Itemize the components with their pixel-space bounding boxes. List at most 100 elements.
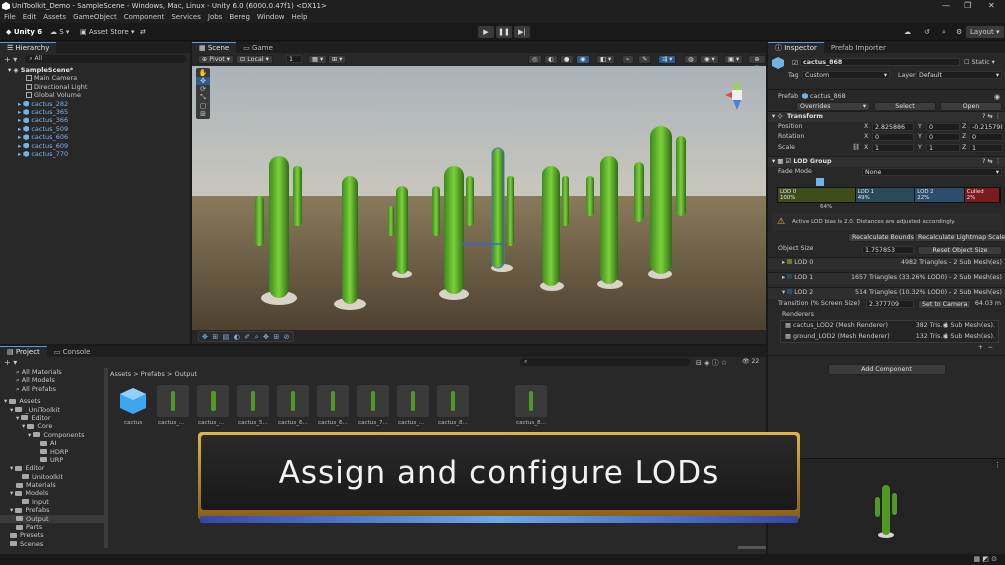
minimize-button[interactable]: — — [942, 0, 950, 12]
object-size-field[interactable]: 1.757853 — [862, 246, 914, 254]
asset-thumbnail[interactable] — [277, 385, 309, 417]
rotation-x-field[interactable]: 0 — [872, 133, 914, 141]
hierarchy-item[interactable]: ▸ cactus_509 — [12, 125, 190, 133]
menu-help[interactable]: Help — [292, 12, 308, 23]
folder-item[interactable]: Presets — [0, 531, 104, 539]
prefab-picker-icon[interactable]: ◉ — [994, 93, 1000, 101]
folder-item[interactable]: ▾ Models — [0, 489, 104, 497]
asset-thumbnail[interactable] — [157, 385, 189, 417]
tab-inspector[interactable]: ⓘ Inspector — [768, 42, 824, 53]
cloud-icon[interactable]: ☁ — [904, 26, 911, 38]
step-button[interactable]: ▶| — [514, 26, 530, 38]
folder-item[interactable]: AI — [0, 439, 104, 447]
constrain-scale-icon[interactable]: ⛓ — [852, 143, 860, 154]
shaded-icon[interactable]: ◐ — [544, 55, 558, 64]
create-button[interactable]: + ▾ — [4, 358, 17, 367]
asset-thumbnail[interactable] — [397, 385, 429, 417]
project-toolbar-icons[interactable]: ⊟ ◈ ⓘ ☆ — [696, 358, 727, 368]
lit-icon[interactable]: ◉ — [576, 55, 590, 64]
wireframe-icon[interactable]: ◎ — [528, 55, 542, 64]
lod-group-header[interactable]: ▾ ▦ ☑ LOD Group? ⇆ ⋮ — [768, 156, 1005, 167]
position-y-field[interactable]: 0 — [926, 122, 960, 131]
hierarchy-item[interactable]: ▸ cactus_609 — [12, 142, 190, 150]
asset-thumbnail[interactable] — [237, 385, 269, 417]
favorite-item[interactable]: ⌕ All Prefabs — [0, 385, 104, 393]
layer-dropdown[interactable]: Default ▾ — [916, 71, 1002, 79]
scale-tool-icon[interactable]: ⤡ — [196, 93, 210, 102]
folder-item[interactable]: Input — [0, 498, 104, 506]
menu-window[interactable]: Window — [257, 12, 285, 23]
folder-item-selected[interactable]: Output — [0, 514, 104, 524]
asset-thumbnail[interactable] — [357, 385, 389, 417]
asset-thumbnail[interactable] — [515, 385, 547, 417]
folder-item[interactable]: ▾ Prefabs — [0, 506, 104, 514]
select-icon[interactable]: ⊞ — [273, 333, 279, 341]
asset-thumbnail[interactable] — [437, 385, 469, 417]
asset-thumbnail[interactable] — [317, 385, 349, 417]
lod-band[interactable]: Culled 2% — [964, 188, 1000, 202]
scene-root[interactable]: ▾ ◈ SampleScene* — [8, 66, 190, 74]
hierarchy-item[interactable]: ▸ cactus_282 — [12, 100, 190, 108]
pivot-dropdown[interactable]: ⊕ Pivot ▾ — [198, 55, 234, 64]
rotate-tool-icon[interactable]: ⟳ — [196, 85, 210, 93]
hierarchy-item[interactable]: Main Camera — [12, 74, 190, 82]
rect-tool-icon[interactable]: ▢ — [196, 102, 210, 110]
lod-band[interactable]: LOD 2 22% — [915, 188, 965, 202]
scale-y-field[interactable]: 1 — [926, 143, 960, 152]
active-checkbox[interactable]: ☑ — [792, 59, 798, 67]
account-button[interactable]: ◆ Unity 6 — [6, 26, 42, 38]
play-button[interactable]: ▶ — [478, 26, 494, 38]
lod-band[interactable]: LOD 0 100% — [778, 188, 856, 202]
hierarchy-item[interactable]: ▸ cactus_365 — [12, 108, 190, 116]
rotation-y-field[interactable]: 0 — [926, 133, 960, 141]
transform-header[interactable]: ▾ ⊹ Transform? ⇆ ⋮ — [768, 111, 1005, 122]
tag-dropdown[interactable]: Custom ▾ — [802, 71, 890, 79]
set-to-camera-button[interactable]: Set to Camera — [918, 300, 972, 309]
effects-icon[interactable]: ◍ — [684, 55, 698, 64]
scale-z-field[interactable]: 1 — [969, 143, 1003, 152]
grid-snap-field[interactable]: 1 — [286, 55, 302, 63]
sphere-icon[interactable]: ● — [560, 55, 574, 64]
snap-toggle[interactable]: ⊞ ▾ — [328, 55, 347, 64]
folder-item[interactable]: ▾ _UniToolkit — [0, 406, 104, 414]
halo-icon[interactable]: ◐ — [234, 333, 240, 341]
menu-component[interactable]: Component — [124, 12, 165, 23]
snap-icon[interactable]: ✥ — [202, 333, 208, 341]
hierarchy-item[interactable]: Directional Light — [12, 83, 190, 91]
cloud-s-button[interactable]: ☁ S ▾ — [50, 26, 69, 38]
folder-item[interactable]: Parts — [0, 523, 104, 531]
menu-assets[interactable]: Assets — [43, 12, 66, 23]
thumbnail-size-slider[interactable] — [738, 546, 766, 549]
close-button[interactable]: ✕ — [988, 0, 995, 12]
recalculate-bounds-button[interactable]: Recalculate Bounds — [848, 233, 918, 242]
tab-hierarchy[interactable]: ☰ Hierarchy — [0, 42, 57, 53]
favorite-item[interactable]: ⌕ All Materials — [0, 368, 104, 376]
hierarchy-item[interactable]: ▸ cactus_606 — [12, 133, 190, 141]
hierarchy-search-input[interactable]: ⌕ All — [25, 55, 186, 63]
object-name-field[interactable]: cactus_868 — [800, 58, 960, 66]
measure-icon[interactable]: ⌕ — [255, 333, 259, 341]
position-x-field[interactable]: 2.825886 — [872, 122, 914, 131]
lod-bar[interactable]: LOD 0 100% LOD 1 49% LOD 2 22% Culled 2% — [777, 187, 1001, 203]
select-button[interactable]: Select — [874, 102, 936, 111]
renderer-item[interactable]: ▦ ground_LOD2 (Mesh Renderer) ◉ 132 Tris. … — [781, 332, 998, 343]
2d-toggle-icon[interactable]: ⌁ — [622, 55, 634, 64]
status-icons[interactable]: ▦ ◩ ⊙ — [973, 555, 997, 563]
gizmos-icon[interactable]: ⊕ ▾ — [748, 55, 766, 71]
menu-file[interactable]: File — [4, 12, 16, 23]
scene-viewport[interactable]: ✋ ✥ ⟳ ⤡ ▢ ⊞ — [192, 66, 766, 330]
folder-item[interactable]: ▾ Assets — [0, 397, 104, 405]
favorite-item[interactable]: ⌕ All Models — [0, 376, 104, 384]
hierarchy-item[interactable]: ▸ cactus_770 — [12, 150, 190, 158]
pause-button[interactable]: ❚❚ — [496, 26, 512, 38]
hierarchy-item[interactable]: Global Volume — [12, 91, 190, 99]
lod0-row[interactable]: ▸ LOD 0 4982 Triangles - 2 Sub Mesh(es) — [768, 257, 1005, 269]
grid-toggle[interactable]: ▦ ▾ — [308, 55, 328, 64]
settings-gear-icon[interactable]: ⚙ — [956, 26, 962, 38]
camera-icon[interactable]: ▣ ▾ — [724, 55, 744, 64]
paint-icon[interactable]: ✐ — [244, 333, 250, 341]
remove-renderer-button[interactable]: − — [988, 343, 993, 354]
folder-item[interactable]: Scenes — [0, 540, 104, 548]
layers-icon[interactable]: ▤ — [223, 333, 230, 341]
menu-edit[interactable]: Edit — [23, 12, 37, 23]
